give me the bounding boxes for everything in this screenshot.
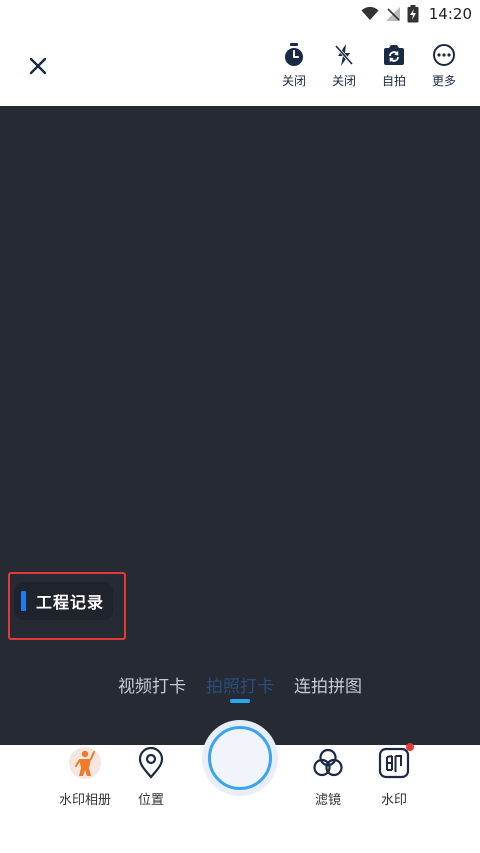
active-mode-indicator	[230, 699, 250, 703]
mode-photo-checkin[interactable]: 拍照打卡	[206, 672, 274, 697]
status-time: 14:20	[428, 5, 472, 23]
battery-charging-icon	[407, 5, 419, 23]
location-label: 位置	[137, 793, 164, 808]
selfie-button[interactable]: 自拍	[376, 42, 412, 89]
camera-viewfinder[interactable]	[0, 106, 480, 745]
watermark-badge-dot	[406, 743, 414, 751]
watermark-accent-bar	[21, 591, 26, 611]
flash-label: 关闭	[331, 74, 356, 88]
timer-icon	[281, 42, 307, 68]
camera-flip-icon	[381, 42, 407, 68]
mode-video-checkin[interactable]: 视频打卡	[118, 672, 186, 697]
timer-label: 关闭	[281, 74, 306, 88]
camera-top-bar: 关闭 关闭 自拍 更多	[0, 28, 480, 106]
wifi-icon	[361, 7, 379, 21]
watermark-label: 水印	[380, 793, 407, 808]
album-label: 水印相册	[58, 793, 111, 808]
filter-label: 滤镜	[314, 793, 341, 808]
close-icon	[29, 57, 47, 75]
watermark-title: 工程记录	[36, 593, 105, 612]
shutter-ring	[208, 726, 272, 790]
timer-button[interactable]: 关闭	[276, 42, 312, 89]
selfie-label: 自拍	[381, 74, 406, 88]
mode-burst-collage[interactable]: 连拍拼图	[294, 672, 362, 697]
album-avatar-icon	[67, 745, 103, 781]
watermark-button[interactable]: 水印	[359, 743, 429, 808]
watermark-tag[interactable]: 工程记录	[14, 582, 113, 620]
signal-off-icon	[385, 6, 401, 22]
location-pin-icon	[133, 745, 169, 781]
location-button[interactable]: 位置	[116, 745, 186, 808]
more-button[interactable]: 更多	[426, 42, 462, 89]
flash-off-icon	[331, 42, 357, 68]
top-actions: 关闭 关闭 自拍 更多	[276, 42, 462, 89]
more-icon	[431, 42, 457, 68]
filter-icon	[310, 745, 346, 781]
flash-button[interactable]: 关闭	[326, 42, 362, 89]
status-bar: 14:20	[0, 0, 480, 28]
watermark-album-button[interactable]: 水印相册	[50, 745, 120, 808]
shutter-button[interactable]	[202, 720, 278, 796]
more-label: 更多	[431, 74, 456, 88]
filter-button[interactable]: 滤镜	[293, 745, 363, 808]
close-button[interactable]	[22, 50, 54, 82]
watermark-stamp-icon	[376, 743, 414, 781]
capture-mode-selector: 视频打卡 拍照打卡 连拍拼图	[0, 672, 480, 697]
